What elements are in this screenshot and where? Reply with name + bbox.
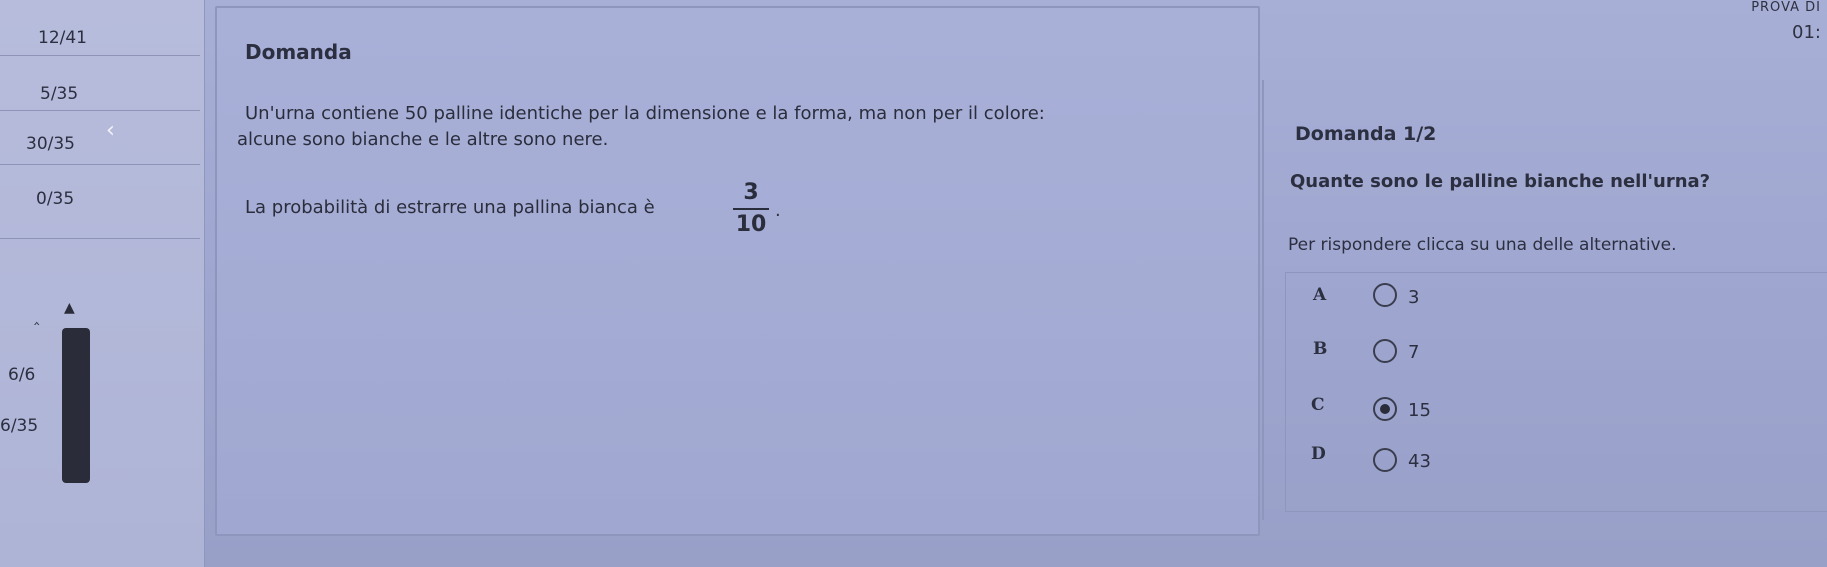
scrollbar-thumb[interactable] <box>62 328 90 483</box>
option-b-radio[interactable] <box>1373 339 1397 363</box>
probability-text: La probabilità di estrarre una pallina b… <box>245 197 655 218</box>
option-a-radio[interactable] <box>1373 283 1397 307</box>
sidebar <box>0 0 205 567</box>
option-letter: D <box>1311 444 1326 464</box>
sidebar-score-4[interactable]: 0/35 <box>36 189 74 209</box>
fraction-denominator: 10 <box>735 212 767 237</box>
sub-question-text: Quante sono le palline bianche nell'urna… <box>1290 171 1711 192</box>
option-c[interactable]: C 15 <box>1285 391 1827 449</box>
chevron-left-icon[interactable]: ‹ <box>106 118 115 143</box>
scroll-up-arrow-icon[interactable]: ▲ <box>64 300 75 316</box>
fraction-numerator: 3 <box>733 178 769 210</box>
exam-label: PROVA DI <box>1751 0 1821 15</box>
option-d[interactable]: D 43 <box>1285 444 1827 502</box>
sidebar-divider <box>0 238 200 239</box>
question-text-line1: Un'urna contiene 50 palline identiche pe… <box>245 103 1045 124</box>
question-panel <box>215 6 1260 536</box>
sidebar-divider <box>0 55 200 56</box>
option-d-radio[interactable] <box>1373 448 1397 472</box>
sidebar-score-2[interactable]: 5/35 <box>40 84 78 104</box>
option-value: 15 <box>1408 400 1431 421</box>
fraction-period: . <box>775 200 781 221</box>
sidebar-divider <box>0 110 200 111</box>
option-c-radio[interactable] <box>1373 397 1397 421</box>
sidebar-score-6[interactable]: 6/35 <box>0 416 38 436</box>
question-text-line2: alcune sono bianche e le altre sono nere… <box>237 129 609 150</box>
option-letter: C <box>1311 395 1325 415</box>
question-title: Domanda <box>245 40 352 64</box>
option-value: 3 <box>1408 287 1420 308</box>
sidebar-score-1[interactable]: 12/41 <box>38 28 87 48</box>
chevron-up-icon[interactable]: ‸ <box>34 306 39 325</box>
timer: 01: <box>1792 22 1821 43</box>
option-b[interactable]: B 7 <box>1285 333 1827 391</box>
option-value: 7 <box>1408 342 1420 363</box>
probability-fraction: 3 10 <box>733 178 769 240</box>
sidebar-score-3[interactable]: 30/35 <box>26 134 75 154</box>
option-a[interactable]: A 3 <box>1285 275 1827 333</box>
option-letter: B <box>1313 339 1328 359</box>
answer-instruction: Per rispondere clicca su una delle alter… <box>1288 235 1677 255</box>
sidebar-score-5[interactable]: 6/6 <box>8 365 35 385</box>
option-letter: A <box>1313 285 1327 305</box>
option-value: 43 <box>1408 451 1431 472</box>
sub-question-title: Domanda 1/2 <box>1295 123 1437 145</box>
sidebar-divider <box>0 164 200 165</box>
